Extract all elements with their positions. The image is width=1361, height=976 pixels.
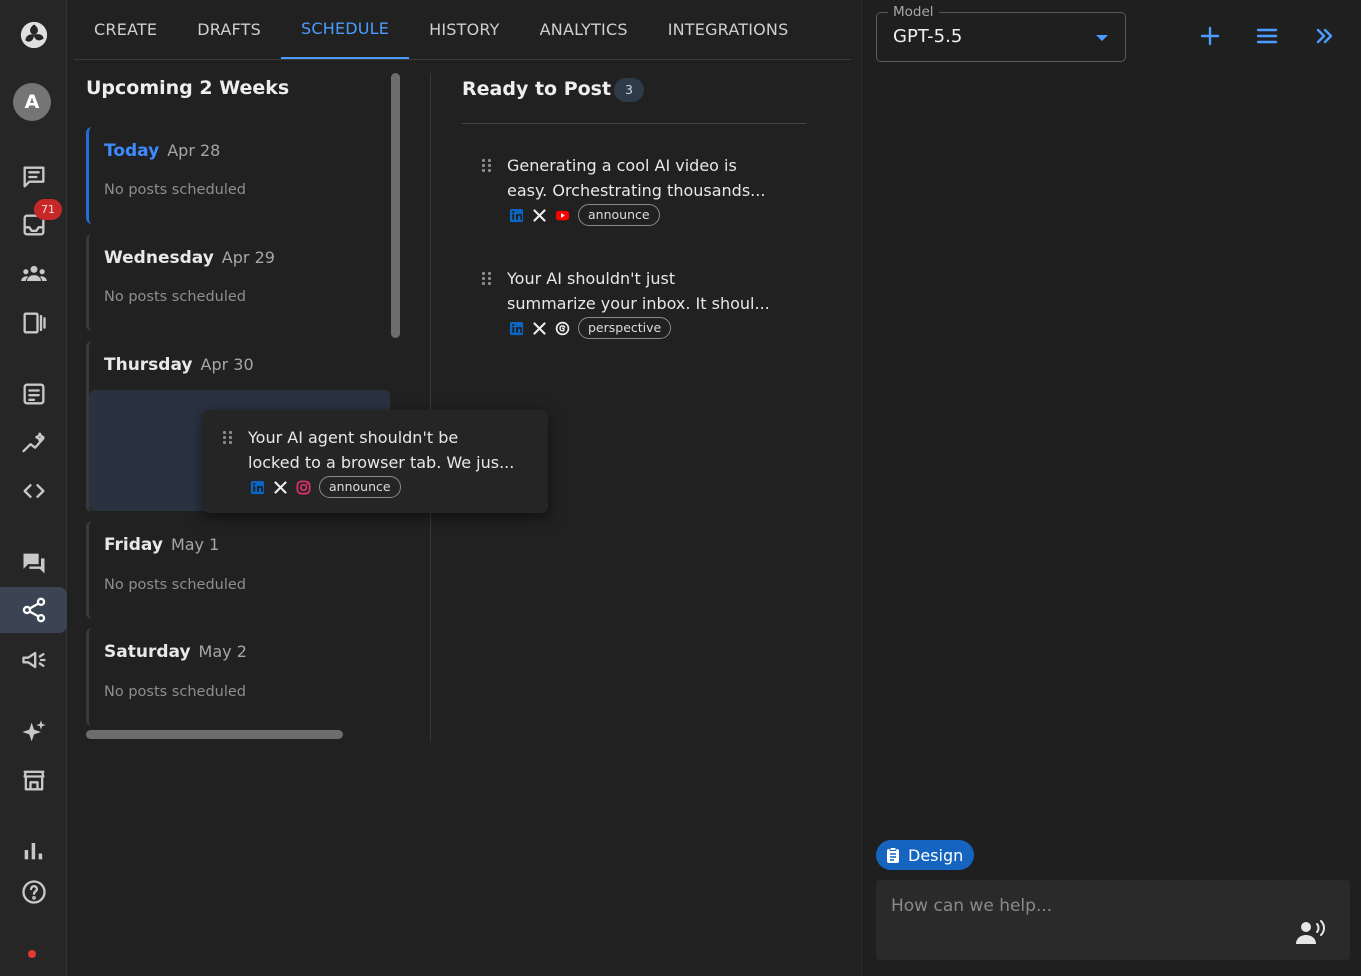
post-line: Generating a cool AI video is: [507, 156, 737, 175]
model-label: Model: [888, 4, 939, 20]
help-icon[interactable]: [0, 869, 67, 915]
inbox-badge: 71: [34, 199, 62, 220]
day-card-today[interactable]: Today Apr 28 No posts scheduled: [86, 127, 391, 224]
analytics-trend-icon[interactable]: [0, 420, 67, 466]
post-tag: perspective: [578, 317, 672, 339]
model-value: GPT-5.5: [893, 26, 963, 47]
design-chip-label: Design: [908, 845, 964, 865]
linkedin-icon: [250, 480, 265, 495]
dragging-post-card[interactable]: Your AI agent shouldn't be locked to a b…: [203, 410, 548, 513]
day-card-friday[interactable]: Friday May 1 No posts scheduled: [86, 521, 391, 619]
design-chip[interactable]: Design: [876, 840, 975, 870]
megaphone-icon[interactable]: [0, 637, 67, 683]
code-icon[interactable]: [0, 468, 67, 514]
assistant-panel: Model GPT-5.5 Design: [861, 0, 1361, 976]
youtube-icon: [555, 208, 570, 223]
chevron-down-icon: [1096, 35, 1108, 41]
chat-input[interactable]: [891, 894, 1271, 918]
status-dot-icon: [28, 950, 36, 958]
sparkle-icon[interactable]: [0, 709, 67, 755]
model-select[interactable]: Model GPT-5.5: [876, 4, 1126, 62]
x-icon: [532, 208, 547, 223]
drag-handle-icon[interactable]: [482, 272, 492, 286]
day-name: Thursday: [104, 355, 193, 375]
tab-analytics[interactable]: ANALYTICS: [520, 0, 648, 59]
library-icon[interactable]: [0, 300, 67, 346]
bar-chart-icon[interactable]: [0, 827, 67, 873]
post-text: Your AI agent shouldn't be locked to a b…: [248, 425, 543, 475]
menu-icon[interactable]: [1253, 22, 1281, 50]
post-line: locked to a browser tab. We jus...: [248, 453, 515, 472]
day-date: Apr 30: [200, 355, 254, 374]
day-empty-text: No posts scheduled: [104, 684, 246, 700]
drag-handle-icon[interactable]: [482, 159, 492, 173]
post-line: Your AI shouldn't just: [507, 269, 676, 288]
platform-list: perspective: [509, 317, 672, 339]
day-name: Wednesday: [104, 248, 214, 268]
day-empty-text: No posts scheduled: [104, 182, 246, 198]
day-empty-text: No posts scheduled: [104, 289, 246, 305]
post-text: Your AI shouldn't just summarize your in…: [507, 266, 797, 316]
platform-list: announce: [250, 476, 401, 498]
threads-icon: [555, 321, 570, 336]
day-date: May 2: [198, 642, 247, 661]
column-divider: [430, 73, 431, 741]
voice-input-icon[interactable]: [1295, 918, 1327, 946]
instagram-icon: [296, 480, 311, 495]
x-icon: [532, 321, 547, 336]
platform-list: announce: [509, 204, 660, 226]
clipboard-icon: [887, 847, 899, 863]
post-line: summarize your inbox. It shoul...: [507, 294, 770, 313]
day-name: Today: [104, 141, 160, 161]
post-line: Your AI agent shouldn't be: [248, 428, 459, 447]
day-name: Friday: [104, 535, 163, 555]
tab-drafts[interactable]: DRAFTS: [177, 0, 281, 59]
avatar[interactable]: A: [13, 83, 51, 121]
x-icon: [273, 480, 288, 495]
linkedin-icon: [509, 321, 524, 336]
horizontal-scrollbar[interactable]: [86, 730, 343, 739]
day-date: Apr 29: [221, 248, 275, 267]
tab-schedule[interactable]: SCHEDULE: [280, 0, 410, 59]
main-tabs: CREATE DRAFTS SCHEDULE HISTORY ANALYTICS…: [74, 0, 851, 60]
linkedin-icon: [509, 208, 524, 223]
notes-icon[interactable]: [0, 371, 67, 417]
upcoming-title: Upcoming 2 Weeks: [86, 77, 290, 99]
app-logo-icon[interactable]: [0, 12, 67, 58]
ready-divider: [462, 123, 806, 124]
forum-icon[interactable]: [0, 540, 67, 586]
ready-count-badge: 3: [614, 78, 644, 102]
left-rail: A 71: [0, 0, 67, 976]
ready-title: Ready to Post: [462, 78, 612, 100]
day-card-wednesday[interactable]: Wednesday Apr 29 No posts scheduled: [86, 234, 391, 331]
collapse-panel-icon[interactable]: [1311, 22, 1339, 50]
post-tag: announce: [578, 204, 660, 226]
day-date: Apr 28: [167, 141, 221, 160]
store-icon[interactable]: [0, 757, 67, 803]
day-empty-text: No posts scheduled: [104, 577, 246, 593]
chat-input-box[interactable]: [876, 880, 1350, 960]
share-icon[interactable]: [0, 587, 67, 633]
drag-handle-icon[interactable]: [223, 431, 233, 445]
vertical-scrollbar[interactable]: [391, 73, 400, 338]
tab-integrations[interactable]: INTEGRATIONS: [648, 0, 809, 59]
people-icon[interactable]: [0, 251, 67, 297]
post-text: Generating a cool AI video is easy. Orch…: [507, 153, 797, 203]
day-card-saturday[interactable]: Saturday May 2 No posts scheduled: [86, 628, 391, 726]
day-name: Saturday: [104, 642, 191, 662]
plus-icon[interactable]: [1196, 22, 1224, 50]
post-line: easy. Orchestrating thousands...: [507, 181, 766, 200]
tab-history[interactable]: HISTORY: [409, 0, 520, 59]
day-date: May 1: [170, 535, 220, 554]
post-tag: announce: [319, 476, 401, 498]
tab-create[interactable]: CREATE: [74, 0, 177, 59]
messages-icon[interactable]: [0, 154, 67, 200]
